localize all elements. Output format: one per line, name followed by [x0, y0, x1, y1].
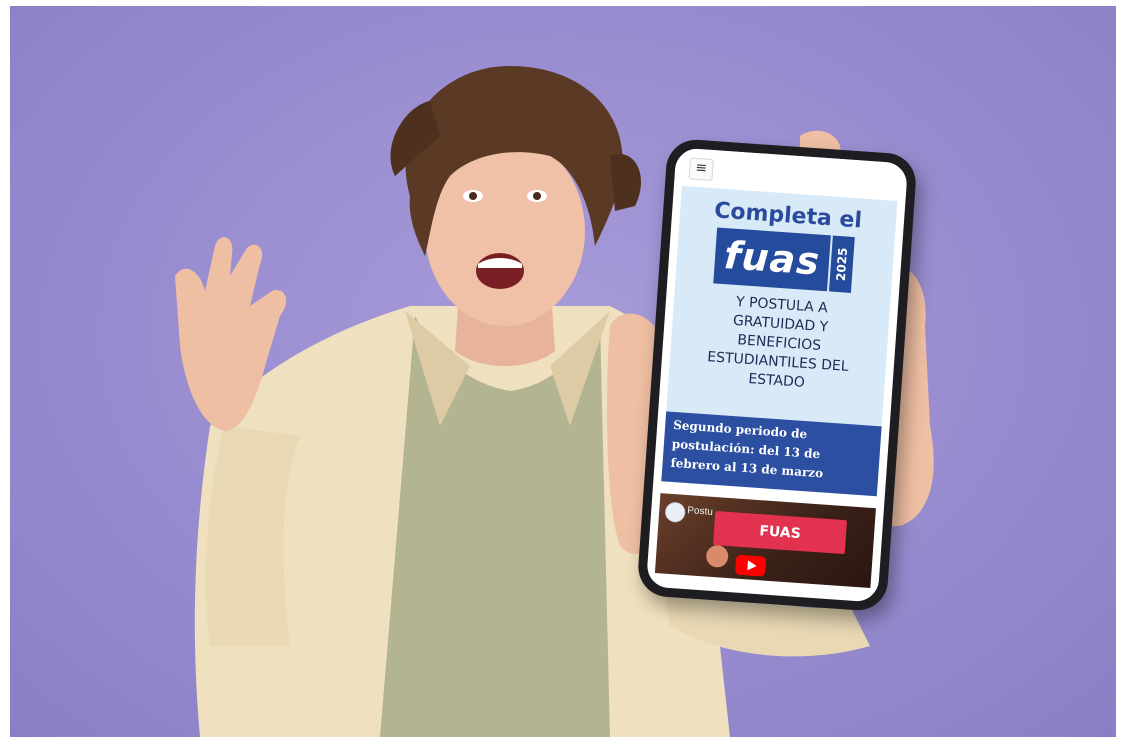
- fuas-logo: fuas 2025: [713, 227, 857, 293]
- excited-young-man-photo: [175, 66, 934, 737]
- smartphone: ≡ Completa el fuas 2025 Y POSTULA A GRAT…: [636, 137, 918, 613]
- fuas-video-banner: FUAS: [712, 511, 848, 555]
- application-period-notice: Segundo periodo de postulación: del 13 d…: [661, 411, 882, 497]
- play-icon[interactable]: [734, 554, 767, 577]
- hamburger-menu-icon[interactable]: ≡: [688, 157, 714, 182]
- phone-screen: ≡ Completa el fuas 2025 Y POSTULA A GRAT…: [645, 147, 909, 603]
- hero-title: Completa el: [713, 198, 863, 234]
- fuas-hero-banner: Completa el fuas 2025 Y POSTULA A GRATUI…: [666, 185, 898, 427]
- embedded-video-thumbnail[interactable]: Postu FUAS: [654, 493, 876, 589]
- hero-subtitle: Y POSTULA A GRATUIDAD Y BENEFICIOS ESTUD…: [706, 293, 850, 391]
- video-title: Postu: [686, 505, 714, 518]
- fuas-logo-word: fuas: [713, 227, 831, 292]
- channel-avatar-icon: [664, 501, 686, 523]
- video-thumbnail-hands: [705, 544, 729, 569]
- fuas-logo-year: 2025: [828, 235, 855, 293]
- photo-background: ≡ Completa el fuas 2025 Y POSTULA A GRAT…: [10, 6, 1116, 737]
